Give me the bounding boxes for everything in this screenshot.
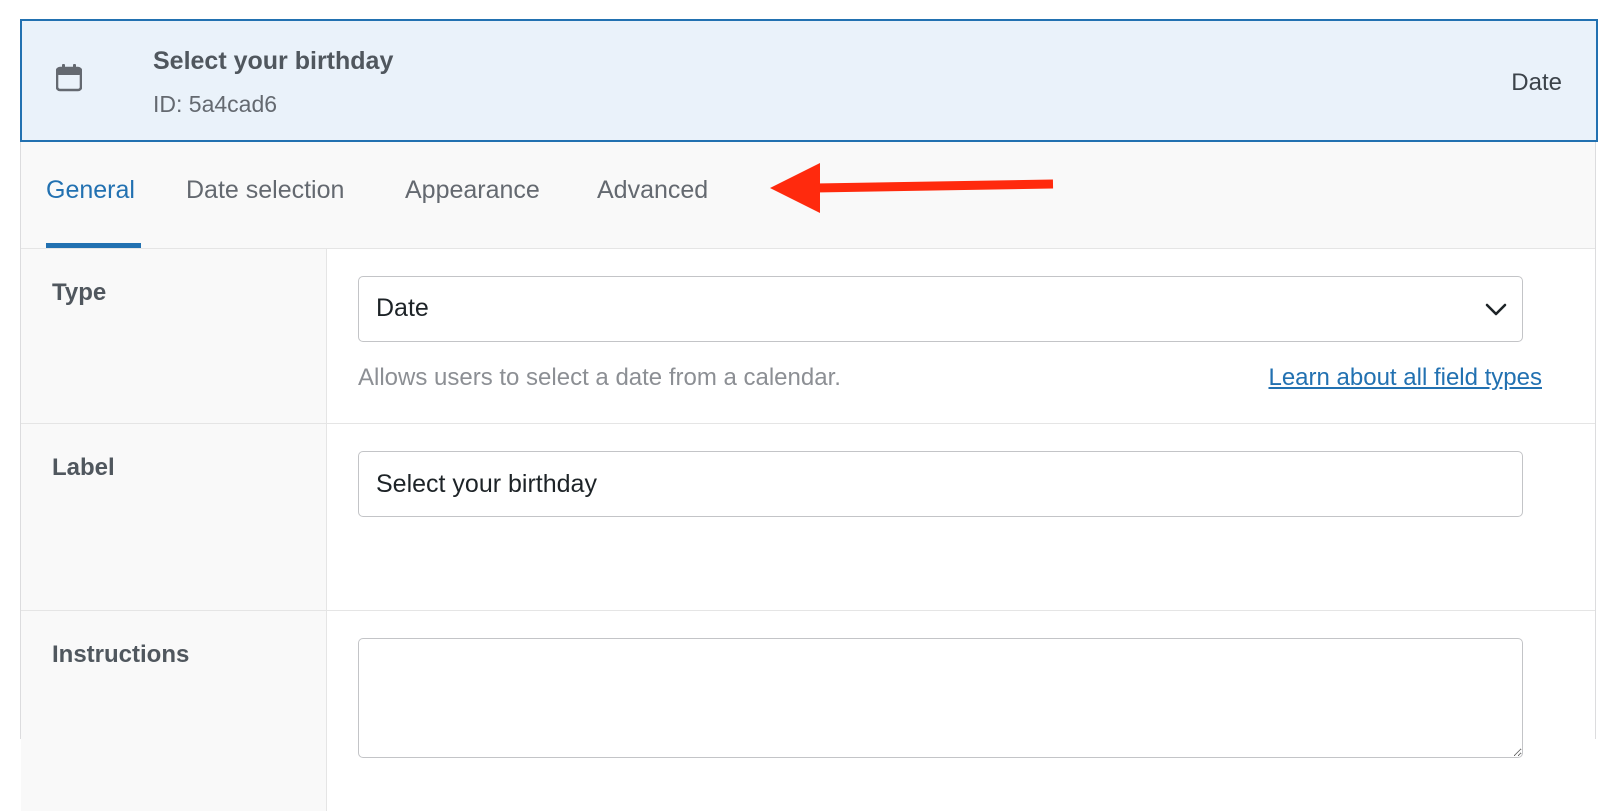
type-select-value: Date xyxy=(376,294,429,322)
instructions-row: Instructions xyxy=(21,611,1595,811)
type-row: Type Date Allows users to select a date … xyxy=(21,249,1595,424)
type-label-column: Type xyxy=(21,249,327,423)
tab-appearance[interactable]: Appearance xyxy=(405,176,540,205)
field-types-link[interactable]: Learn about all field types xyxy=(1268,364,1542,392)
tab-advanced[interactable]: Advanced xyxy=(597,176,708,205)
type-description: Allows users to select a date from a cal… xyxy=(358,364,841,391)
label-row: Label xyxy=(21,424,1595,611)
tab-date-selection[interactable]: Date selection xyxy=(186,176,344,205)
field-settings-panel: Select your birthday ID: 5a4cad6 Date Ge… xyxy=(20,19,1598,811)
tab-general[interactable]: General xyxy=(46,176,135,205)
field-id: ID: 5a4cad6 xyxy=(153,91,278,117)
chevron-down-icon xyxy=(1485,303,1507,316)
instructions-label: Instructions xyxy=(52,641,190,668)
field-header[interactable]: Select your birthday ID: 5a4cad6 Date xyxy=(20,19,1598,142)
type-label: Type xyxy=(52,279,107,306)
label-input[interactable] xyxy=(358,451,1523,517)
instructions-textarea[interactable] xyxy=(358,638,1523,758)
field-title: Select your birthday xyxy=(153,47,394,75)
field-type-label: Date xyxy=(1511,69,1562,96)
red-arrow-icon xyxy=(770,163,1054,213)
label-label: Label xyxy=(52,454,115,481)
instructions-label-column: Instructions xyxy=(21,611,327,811)
calendar-icon xyxy=(56,64,82,92)
type-select[interactable]: Date xyxy=(358,276,1523,342)
active-tab-indicator xyxy=(46,243,141,248)
label-label-column: Label xyxy=(21,424,327,610)
